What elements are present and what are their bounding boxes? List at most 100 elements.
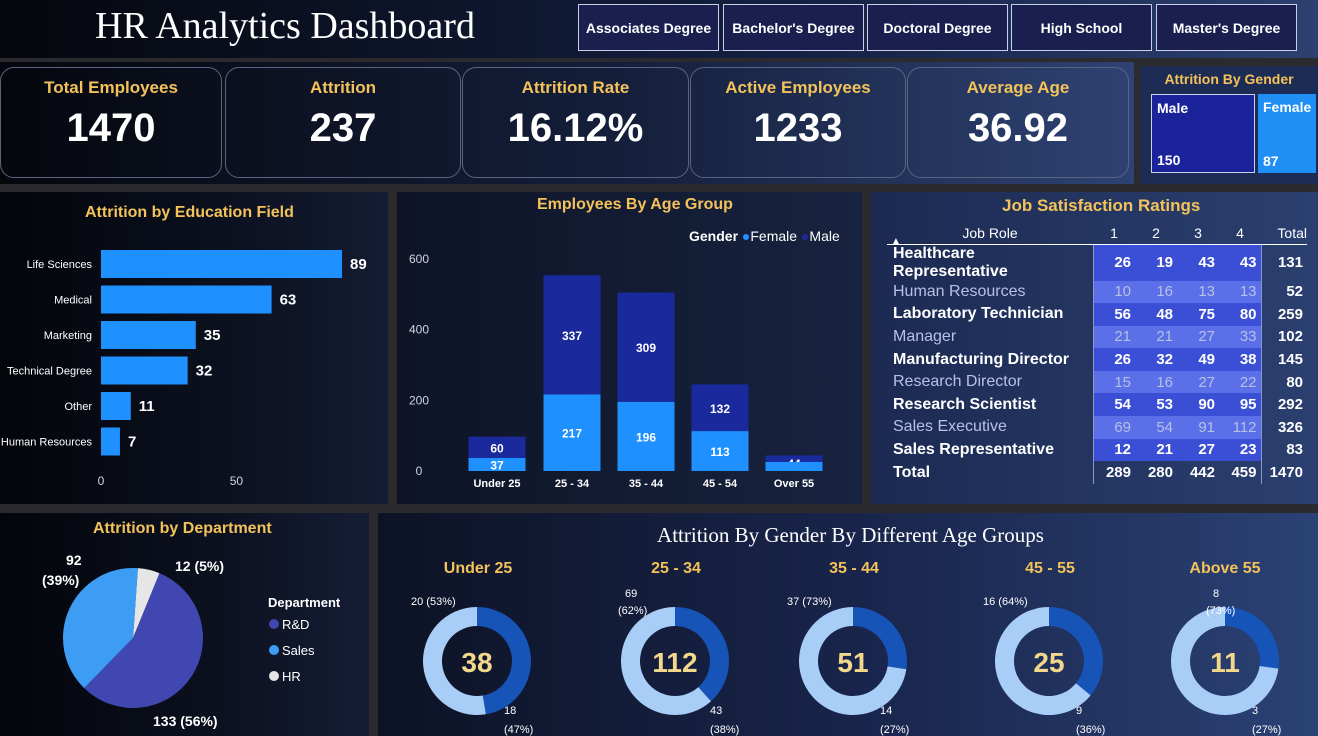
legend-dot-icon xyxy=(269,645,279,655)
job-role-cell: Manager xyxy=(887,325,1094,349)
col-rating-1[interactable]: 1 xyxy=(1093,222,1135,245)
edu-bar xyxy=(101,250,342,278)
rating-cell: 26 xyxy=(1093,348,1135,371)
table-row[interactable]: Sales Representative 12 21 27 23 83 xyxy=(887,438,1307,462)
slicer-associates-degree[interactable]: Associates Degree xyxy=(578,4,719,51)
total-cell: 80 xyxy=(1260,370,1307,394)
rating-cell: 53 xyxy=(1135,393,1177,417)
pie-label-rd: 133 (56%) xyxy=(153,713,218,729)
table-row[interactable]: Human Resources 10 16 13 13 52 xyxy=(887,280,1307,304)
rating-cell: 112 xyxy=(1219,416,1261,439)
age-gender-donut-panel: Attrition By Gender By Different Age Gro… xyxy=(378,513,1318,736)
table-header-row: Job Role 1 2 3 4 Total xyxy=(887,222,1307,245)
age-value-label: 217 xyxy=(562,427,582,441)
donut-group-title: 45 - 55 xyxy=(1025,560,1075,577)
sort-arrow-icon[interactable]: ▲ xyxy=(891,236,901,247)
age-value-label: 60 xyxy=(490,441,504,455)
job-satisfaction-table: Job Role 1 2 3 4 Total Healthcare Repres… xyxy=(887,222,1307,484)
age-value-label: 132 xyxy=(710,402,730,416)
job-role-cell: Research Scientist xyxy=(887,393,1094,417)
female-value: 87 xyxy=(1263,153,1279,169)
kpi-value: 1233 xyxy=(753,106,843,150)
table-row[interactable]: Sales Executive 69 54 91 112 326 xyxy=(887,416,1307,439)
donut-center-value: 112 xyxy=(652,647,697,678)
table-row[interactable]: Healthcare Representative 26 19 43 43 131 xyxy=(887,244,1307,281)
rating-cell: 21 xyxy=(1135,325,1177,349)
job-role-cell: Sales Representative xyxy=(887,438,1094,462)
kpi-label: Attrition Rate xyxy=(521,78,630,97)
kpi-total-employees: Total Employees 1470 xyxy=(0,67,222,178)
gender-female-tile[interactable]: Female 87 xyxy=(1258,94,1316,173)
slicer-masters-degree[interactable]: Master's Degree xyxy=(1156,4,1297,51)
table-row[interactable]: Manager 21 21 27 33 102 xyxy=(887,325,1307,349)
gender-male-tile[interactable]: Male 150 xyxy=(1151,94,1255,173)
dept-legend-title: Department xyxy=(268,595,341,610)
rating-cell: 21 xyxy=(1093,325,1135,349)
job-role-cell: Human Resources xyxy=(887,280,1094,304)
rating-cell: 90 xyxy=(1177,393,1219,417)
table-row[interactable]: Research Scientist 54 53 90 95 292 xyxy=(887,393,1307,417)
table-row[interactable]: Manufacturing Director 26 32 49 38 145 xyxy=(887,348,1307,371)
col-rating-4[interactable]: 4 xyxy=(1219,222,1261,245)
female-label: Female xyxy=(1263,99,1312,115)
donut-dark-label: (38%) xyxy=(710,724,739,736)
kpi-attrition: Attrition 237 xyxy=(225,67,461,178)
job-role-cell: Healthcare Representative xyxy=(887,244,1094,281)
rating-cell: 48 xyxy=(1135,303,1177,326)
education-bar-chart: Life Sciences 89 Medical 63 Marketing 35 Techn… xyxy=(1,250,367,488)
donut-light-label: (62%) xyxy=(618,605,647,617)
slicer-bachelors-degree[interactable]: Bachelor's Degree xyxy=(723,4,864,51)
slicer-doctoral-degree[interactable]: Doctoral Degree xyxy=(867,4,1008,51)
kpi-active-employees: Active Employees 1233 xyxy=(690,67,906,178)
donut-center-value: 11 xyxy=(1210,647,1240,678)
table-row[interactable]: Laboratory Technician 56 48 75 80 259 xyxy=(887,303,1307,326)
rating-cell: 15 xyxy=(1093,370,1135,394)
page-title: HR Analytics Dashboard xyxy=(95,5,475,47)
col-total[interactable]: Total xyxy=(1261,222,1307,245)
total-cell: 52 xyxy=(1260,280,1307,304)
age-y-tick: 600 xyxy=(409,252,429,266)
donut-center-value: 25 xyxy=(1033,647,1064,678)
total-cell: 83 xyxy=(1260,438,1307,462)
edu-category-label: Other xyxy=(64,401,92,413)
col-rating-3[interactable]: 3 xyxy=(1177,222,1219,245)
rating-cell: 16 xyxy=(1135,280,1177,304)
dept-legend-label: HR xyxy=(282,669,301,684)
donut-light-label: (73%) xyxy=(1206,605,1235,617)
table-row[interactable]: Research Director 15 16 27 22 80 xyxy=(887,370,1307,394)
col-rating-2[interactable]: 2 xyxy=(1135,222,1177,245)
edu-category-label: Human Resources xyxy=(1,437,93,449)
edu-bar xyxy=(101,427,120,456)
kpi-label: Average Age xyxy=(966,78,1070,97)
edu-category-label: Medical xyxy=(54,295,92,307)
rating-cell: 80 xyxy=(1219,303,1261,326)
age-x-label: 45 - 54 xyxy=(703,478,738,490)
donut-light-label: 8 xyxy=(1213,588,1219,600)
legend-dot-icon xyxy=(269,619,279,629)
legend-dot-icon xyxy=(269,671,279,681)
donut-group-title: Above 55 xyxy=(1189,560,1260,577)
total-cell: 131 xyxy=(1260,244,1307,281)
col-job-role[interactable]: Job Role xyxy=(887,222,1093,245)
total-cell: 102 xyxy=(1260,325,1307,349)
edu-bar xyxy=(101,285,272,314)
edu-x-tick: 50 xyxy=(230,474,244,488)
dept-legend-label: R&D xyxy=(282,617,309,632)
edu-value-label: 11 xyxy=(139,398,155,415)
edu-bar xyxy=(101,392,131,420)
job-role-cell: Laboratory Technician xyxy=(887,303,1094,326)
rating-cell: 69 xyxy=(1093,416,1135,439)
rating-cell: 13 xyxy=(1219,280,1261,304)
table-total-row: Total 289 280 442 459 1470 xyxy=(887,461,1307,484)
rating-cell: 19 xyxy=(1135,244,1177,281)
donut-center-value: 51 xyxy=(837,647,868,678)
rating-cell: 16 xyxy=(1135,370,1177,394)
slicer-high-school[interactable]: High School xyxy=(1011,4,1152,51)
male-value: 150 xyxy=(1157,152,1181,168)
job-role-cell: Research Director xyxy=(887,370,1094,394)
rating-cell: 95 xyxy=(1219,393,1261,417)
rating-cell: 54 xyxy=(1135,416,1177,439)
donut-dark-label: (27%) xyxy=(880,724,909,736)
total-label-cell: Total xyxy=(887,461,1094,484)
dept-legend-label: Sales xyxy=(282,643,315,658)
